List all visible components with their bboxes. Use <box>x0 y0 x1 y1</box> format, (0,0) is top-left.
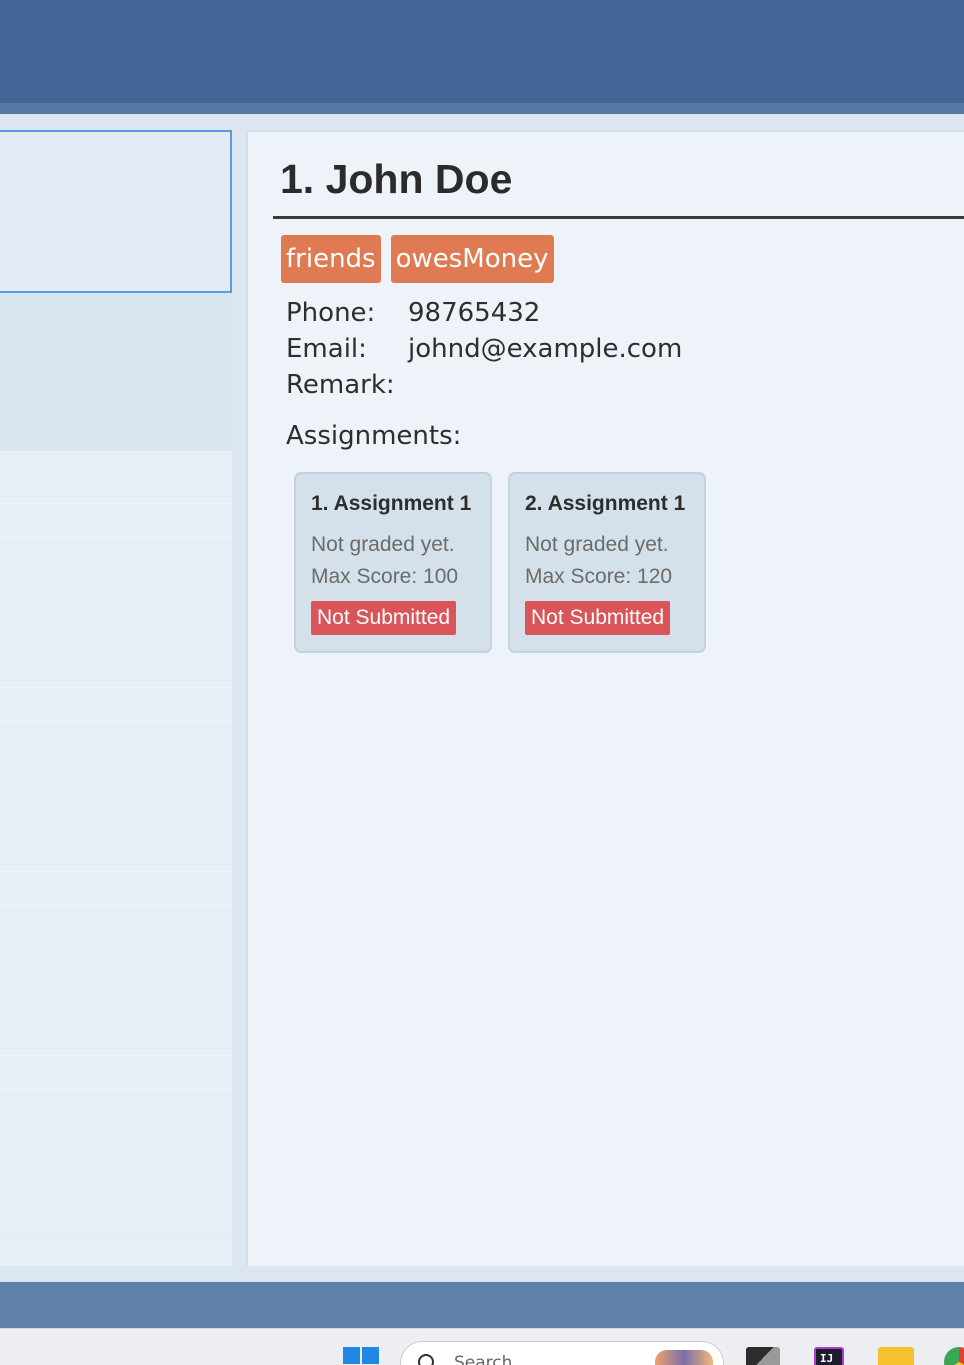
tag-badge: owesMoney <box>390 235 554 283</box>
taskbar-search-placeholder: Search <box>454 1353 513 1365</box>
tag-badge: friends <box>281 235 381 283</box>
search-icon <box>418 1354 434 1365</box>
empty-list-row <box>0 589 232 635</box>
empty-list-row <box>0 497 232 543</box>
assignment-max-score: Max Score: 100 <box>311 565 459 588</box>
footer-bar <box>0 1282 964 1328</box>
empty-list-row <box>0 635 232 681</box>
assignment-max-score: Max Score: 120 <box>525 565 673 588</box>
empty-list-row <box>0 1187 232 1233</box>
empty-list-row <box>0 957 232 1003</box>
menu-bar-edge <box>0 103 964 114</box>
empty-list-row <box>0 1141 232 1187</box>
windows-start-icon[interactable] <box>343 1347 379 1365</box>
phone-value: 98765432 <box>408 298 541 328</box>
email-label: Email: <box>286 334 367 364</box>
empty-list-row <box>0 773 232 819</box>
empty-list-row <box>0 451 232 497</box>
file-explorer-icon[interactable] <box>878 1347 914 1365</box>
panel-splitter[interactable] <box>232 130 246 1266</box>
submission-status-badge: Not Submitted <box>311 601 457 635</box>
empty-list-row <box>0 543 232 589</box>
phone-row: Phone: 98765432 <box>286 298 540 328</box>
search-highlight-image <box>655 1350 713 1365</box>
assignment-grade: Not graded yet. <box>311 533 455 556</box>
person-name-heading: 1. John Doe <box>280 156 513 202</box>
assignment-card[interactable]: 2. Assignment 1 Not graded yet. Max Scor… <box>508 472 706 653</box>
assignment-title: 1. Assignment 1 <box>311 492 472 515</box>
email-value: johnd@example.com <box>408 334 683 364</box>
menu-bar <box>0 0 964 103</box>
empty-list-row <box>0 819 232 865</box>
intellij-icon[interactable]: IJ <box>814 1347 844 1365</box>
submission-status-badge: Not Submitted <box>525 601 671 635</box>
remark-row: Remark: <box>286 370 408 400</box>
windows-taskbar: Search IJ <box>0 1328 964 1365</box>
remark-label: Remark: <box>286 370 395 400</box>
task-view-icon[interactable] <box>746 1347 780 1365</box>
person-list-panel[interactable] <box>0 130 232 1266</box>
assignment-card-list: 1. Assignment 1 Not graded yet. Max Scor… <box>294 472 706 653</box>
app-window: 1. John Doe friends owesMoney Phone: 9876… <box>0 0 964 1365</box>
empty-list-row <box>0 865 232 911</box>
person-list-item-selected[interactable] <box>0 130 232 293</box>
email-row: Email: johnd@example.com <box>286 334 682 364</box>
assignment-card[interactable]: 1. Assignment 1 Not graded yet. Max Scor… <box>294 472 492 653</box>
command-area-spacer <box>0 114 964 130</box>
assignments-heading: Assignments: <box>286 421 462 451</box>
chrome-icon[interactable] <box>944 1347 964 1365</box>
heading-divider <box>273 216 964 219</box>
empty-list-row <box>0 727 232 773</box>
tag-list: friends owesMoney <box>281 235 554 283</box>
person-list-item[interactable] <box>0 293 232 451</box>
empty-list-row <box>0 911 232 957</box>
phone-label: Phone: <box>286 298 376 328</box>
empty-list-row <box>0 1003 232 1049</box>
empty-list-row <box>0 1095 232 1141</box>
empty-list-row <box>0 681 232 727</box>
taskbar-search-box[interactable]: Search <box>400 1341 724 1365</box>
person-detail-panel: 1. John Doe friends owesMoney Phone: 9876… <box>246 130 964 1266</box>
status-bar <box>0 1266 964 1282</box>
assignment-grade: Not graded yet. <box>525 533 669 556</box>
empty-list-row <box>0 1049 232 1095</box>
assignment-title: 2. Assignment 1 <box>525 492 686 515</box>
